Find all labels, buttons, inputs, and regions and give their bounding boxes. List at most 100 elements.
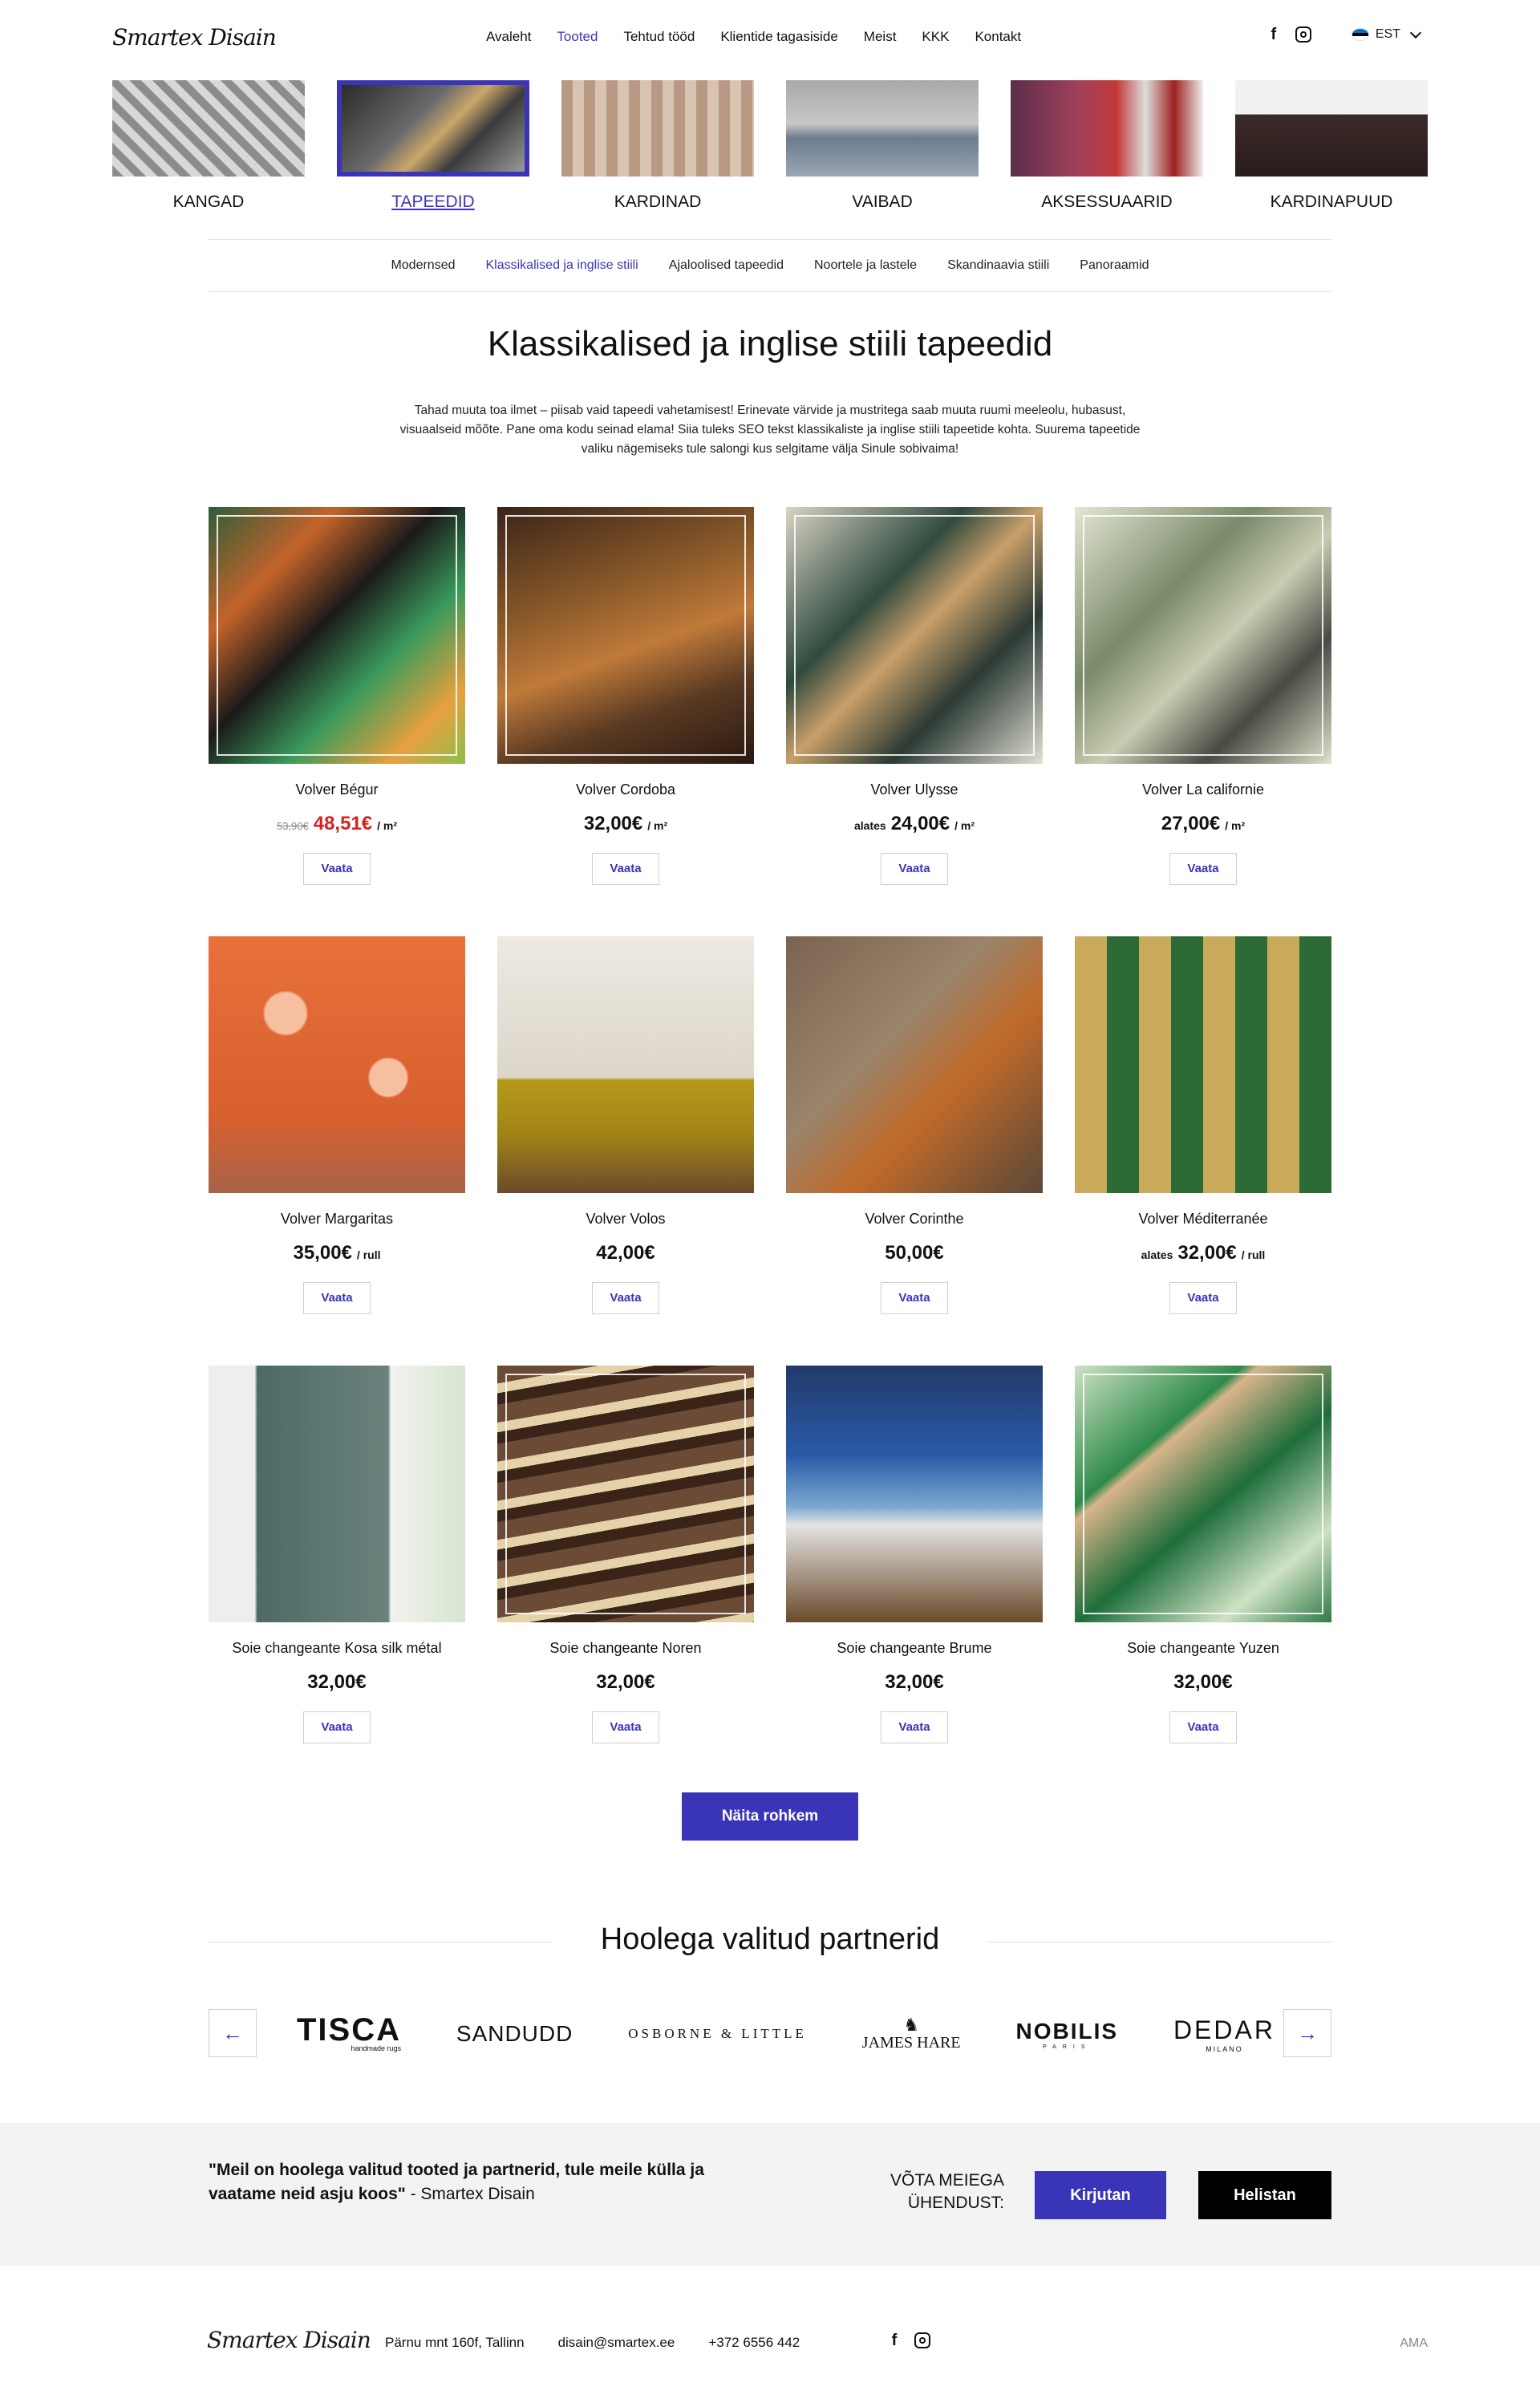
view-button[interactable]: Vaata bbox=[1169, 1711, 1237, 1743]
partners-next-button[interactable]: → bbox=[1283, 2009, 1331, 2057]
nav-kontakt[interactable]: Kontakt bbox=[962, 29, 1034, 45]
view-button[interactable]: Vaata bbox=[881, 1711, 948, 1743]
partner-logo-dedar[interactable]: DEDAR MILANO bbox=[1173, 2015, 1275, 2053]
product-card[interactable]: Volver Margaritas 35,00€ / rull Vaata bbox=[209, 936, 465, 1366]
product-card[interactable]: Volver Ulysse alates 24,00€ / m² Vaata bbox=[786, 507, 1043, 936]
product-card[interactable]: Volver Volos 42,00€ Vaata bbox=[497, 936, 754, 1366]
category-tapeedid[interactable]: TAPEEDID bbox=[337, 80, 529, 212]
product-image[interactable] bbox=[209, 507, 465, 764]
view-button[interactable]: Vaata bbox=[881, 1282, 948, 1314]
show-more-button[interactable]: Näita rohkem bbox=[682, 1792, 858, 1841]
footer-email[interactable]: disain@smartex.ee bbox=[558, 2335, 675, 2351]
product-name[interactable]: Volver Bégur bbox=[209, 781, 465, 798]
product-image[interactable] bbox=[786, 1366, 1043, 1622]
footer-logo[interactable]: Smartex Disain bbox=[207, 2327, 371, 2353]
old-price: 53,90€ bbox=[276, 820, 309, 832]
product-name[interactable]: Volver Ulysse bbox=[786, 781, 1043, 798]
view-button[interactable]: Vaata bbox=[303, 1282, 371, 1314]
product-name[interactable]: Soie changeante Kosa silk métal bbox=[209, 1640, 465, 1657]
product-card[interactable]: Soie changeante Kosa silk métal 32,00€ V… bbox=[209, 1366, 465, 1795]
product-card[interactable]: Volver Corinthe 50,00€ Vaata bbox=[786, 936, 1043, 1366]
product-name[interactable]: Soie changeante Brume bbox=[786, 1640, 1043, 1657]
price-unit: / rull bbox=[356, 1248, 381, 1261]
product-image[interactable] bbox=[786, 936, 1043, 1193]
product-name[interactable]: Soie changeante Noren bbox=[497, 1640, 754, 1657]
footer-phone[interactable]: +372 6556 442 bbox=[708, 2335, 800, 2351]
product-image[interactable] bbox=[209, 1366, 465, 1622]
site-logo[interactable]: Smartex Disain bbox=[112, 24, 277, 51]
facebook-icon[interactable]: f bbox=[886, 2332, 903, 2349]
product-name[interactable]: Volver Méditerranée bbox=[1075, 1211, 1331, 1228]
call-button[interactable]: Helistan bbox=[1198, 2171, 1331, 2219]
category-kardinad[interactable]: KARDINAD bbox=[561, 80, 754, 212]
product-card[interactable]: Volver Bégur 53,90€ 48,51€ / m² Vaata bbox=[209, 507, 465, 936]
product-card[interactable]: Volver La californie 27,00€ / m² Vaata bbox=[1075, 507, 1331, 936]
write-button[interactable]: Kirjutan bbox=[1035, 2171, 1166, 2219]
nav-klientide-tagasiside[interactable]: Klientide tagasiside bbox=[707, 29, 850, 45]
view-button[interactable]: Vaata bbox=[592, 1711, 659, 1743]
product-price: 53,90€ 48,51€ / m² bbox=[209, 813, 465, 835]
product-name[interactable]: Soie changeante Yuzen bbox=[1075, 1640, 1331, 1657]
nav-avaleht[interactable]: Avaleht bbox=[473, 29, 544, 45]
product-image[interactable] bbox=[1075, 936, 1331, 1193]
product-image[interactable] bbox=[497, 936, 754, 1193]
product-name[interactable]: Volver Volos bbox=[497, 1211, 754, 1228]
view-button[interactable]: Vaata bbox=[592, 1282, 659, 1314]
partner-logo-osborne-little[interactable]: OSBORNE & LITTLE bbox=[628, 2026, 807, 2042]
product-image[interactable] bbox=[209, 936, 465, 1193]
product-image[interactable] bbox=[497, 507, 754, 764]
partner-logo-james-hare[interactable]: ♞ JAMES HARE bbox=[862, 2015, 961, 2052]
price: 32,00€ bbox=[1177, 1242, 1237, 1264]
view-button[interactable]: Vaata bbox=[881, 853, 948, 885]
product-price: alates 32,00€ / rull bbox=[1075, 1242, 1331, 1264]
language-selector[interactable]: EST bbox=[1351, 26, 1422, 42]
product-price: 32,00€ bbox=[786, 1671, 1043, 1694]
subcategory-nav: Modernsed Klassikalised ja inglise stiil… bbox=[209, 239, 1331, 292]
category-aksessuaarid[interactable]: AKSESSUAARID bbox=[1011, 80, 1203, 212]
nav-tooted[interactable]: Tooted bbox=[544, 29, 610, 45]
category-kardinapuud[interactable]: KARDINAPUUD bbox=[1235, 80, 1428, 212]
subnav-panoraamid[interactable]: Panoraamid bbox=[1080, 258, 1149, 273]
product-card[interactable]: Volver Méditerranée alates 32,00€ / rull V… bbox=[1075, 936, 1331, 1366]
product-name[interactable]: Volver Margaritas bbox=[209, 1211, 465, 1228]
product-image[interactable] bbox=[1075, 1366, 1331, 1622]
category-vaibad[interactable]: VAIBAD bbox=[786, 80, 979, 212]
product-card[interactable]: Soie changeante Noren 32,00€ Vaata bbox=[497, 1366, 754, 1795]
instagram-icon[interactable] bbox=[914, 2332, 930, 2348]
product-name[interactable]: Volver Cordoba bbox=[497, 781, 754, 798]
product-image[interactable] bbox=[786, 507, 1043, 764]
view-button[interactable]: Vaata bbox=[303, 853, 371, 885]
product-card[interactable]: Soie changeante Yuzen 32,00€ Vaata bbox=[1075, 1366, 1331, 1795]
category-kangad[interactable]: KANGAD bbox=[112, 80, 305, 212]
nav-meist[interactable]: Meist bbox=[851, 29, 910, 45]
subnav-noortele[interactable]: Noortele ja lastele bbox=[814, 258, 917, 273]
view-button[interactable]: Vaata bbox=[592, 853, 659, 885]
partner-logo-tisca[interactable]: TISCA handmade rugs bbox=[297, 2014, 401, 2052]
instagram-icon[interactable] bbox=[1295, 26, 1311, 43]
product-image[interactable] bbox=[1075, 507, 1331, 764]
product-price: 32,00€ / m² bbox=[497, 813, 754, 835]
subnav-klassikalised[interactable]: Klassikalised ja inglise stiili bbox=[485, 258, 638, 273]
product-image[interactable] bbox=[497, 1366, 754, 1622]
partner-logo-sandudd[interactable]: SANDUDD bbox=[456, 2021, 573, 2047]
product-card[interactable]: Volver Cordoba 32,00€ / m² Vaata bbox=[497, 507, 754, 936]
view-button[interactable]: Vaata bbox=[1169, 853, 1237, 885]
category-image bbox=[786, 80, 979, 177]
partners-prev-button[interactable]: ← bbox=[209, 2009, 257, 2057]
product-card[interactable]: Soie changeante Brume 32,00€ Vaata bbox=[786, 1366, 1043, 1795]
view-button[interactable]: Vaata bbox=[303, 1711, 371, 1743]
facebook-icon[interactable]: f bbox=[1265, 26, 1283, 43]
nav-tehtud-tood[interactable]: Tehtud tööd bbox=[610, 29, 707, 45]
footer-credit[interactable]: AMA bbox=[1400, 2336, 1428, 2351]
partner-logo-nobilis[interactable]: NOBILIS PARIS bbox=[1015, 2019, 1118, 2050]
subnav-ajaloolised[interactable]: Ajaloolised tapeedid bbox=[669, 258, 784, 273]
view-button[interactable]: Vaata bbox=[1169, 1282, 1237, 1314]
product-name[interactable]: Volver Corinthe bbox=[786, 1211, 1043, 1228]
subnav-skandinaavia[interactable]: Skandinaavia stiili bbox=[947, 258, 1049, 273]
product-grid: Volver Bégur 53,90€ 48,51€ / m² Vaata Volv… bbox=[209, 507, 1331, 1795]
footer-info: Pärnu mnt 160f, Tallinn disain@smartex.e… bbox=[385, 2335, 800, 2351]
product-name[interactable]: Volver La californie bbox=[1075, 781, 1331, 798]
nav-kkk[interactable]: KKK bbox=[909, 29, 962, 45]
price-unit: / m² bbox=[954, 819, 975, 832]
subnav-modernsed[interactable]: Modernsed bbox=[391, 258, 455, 273]
